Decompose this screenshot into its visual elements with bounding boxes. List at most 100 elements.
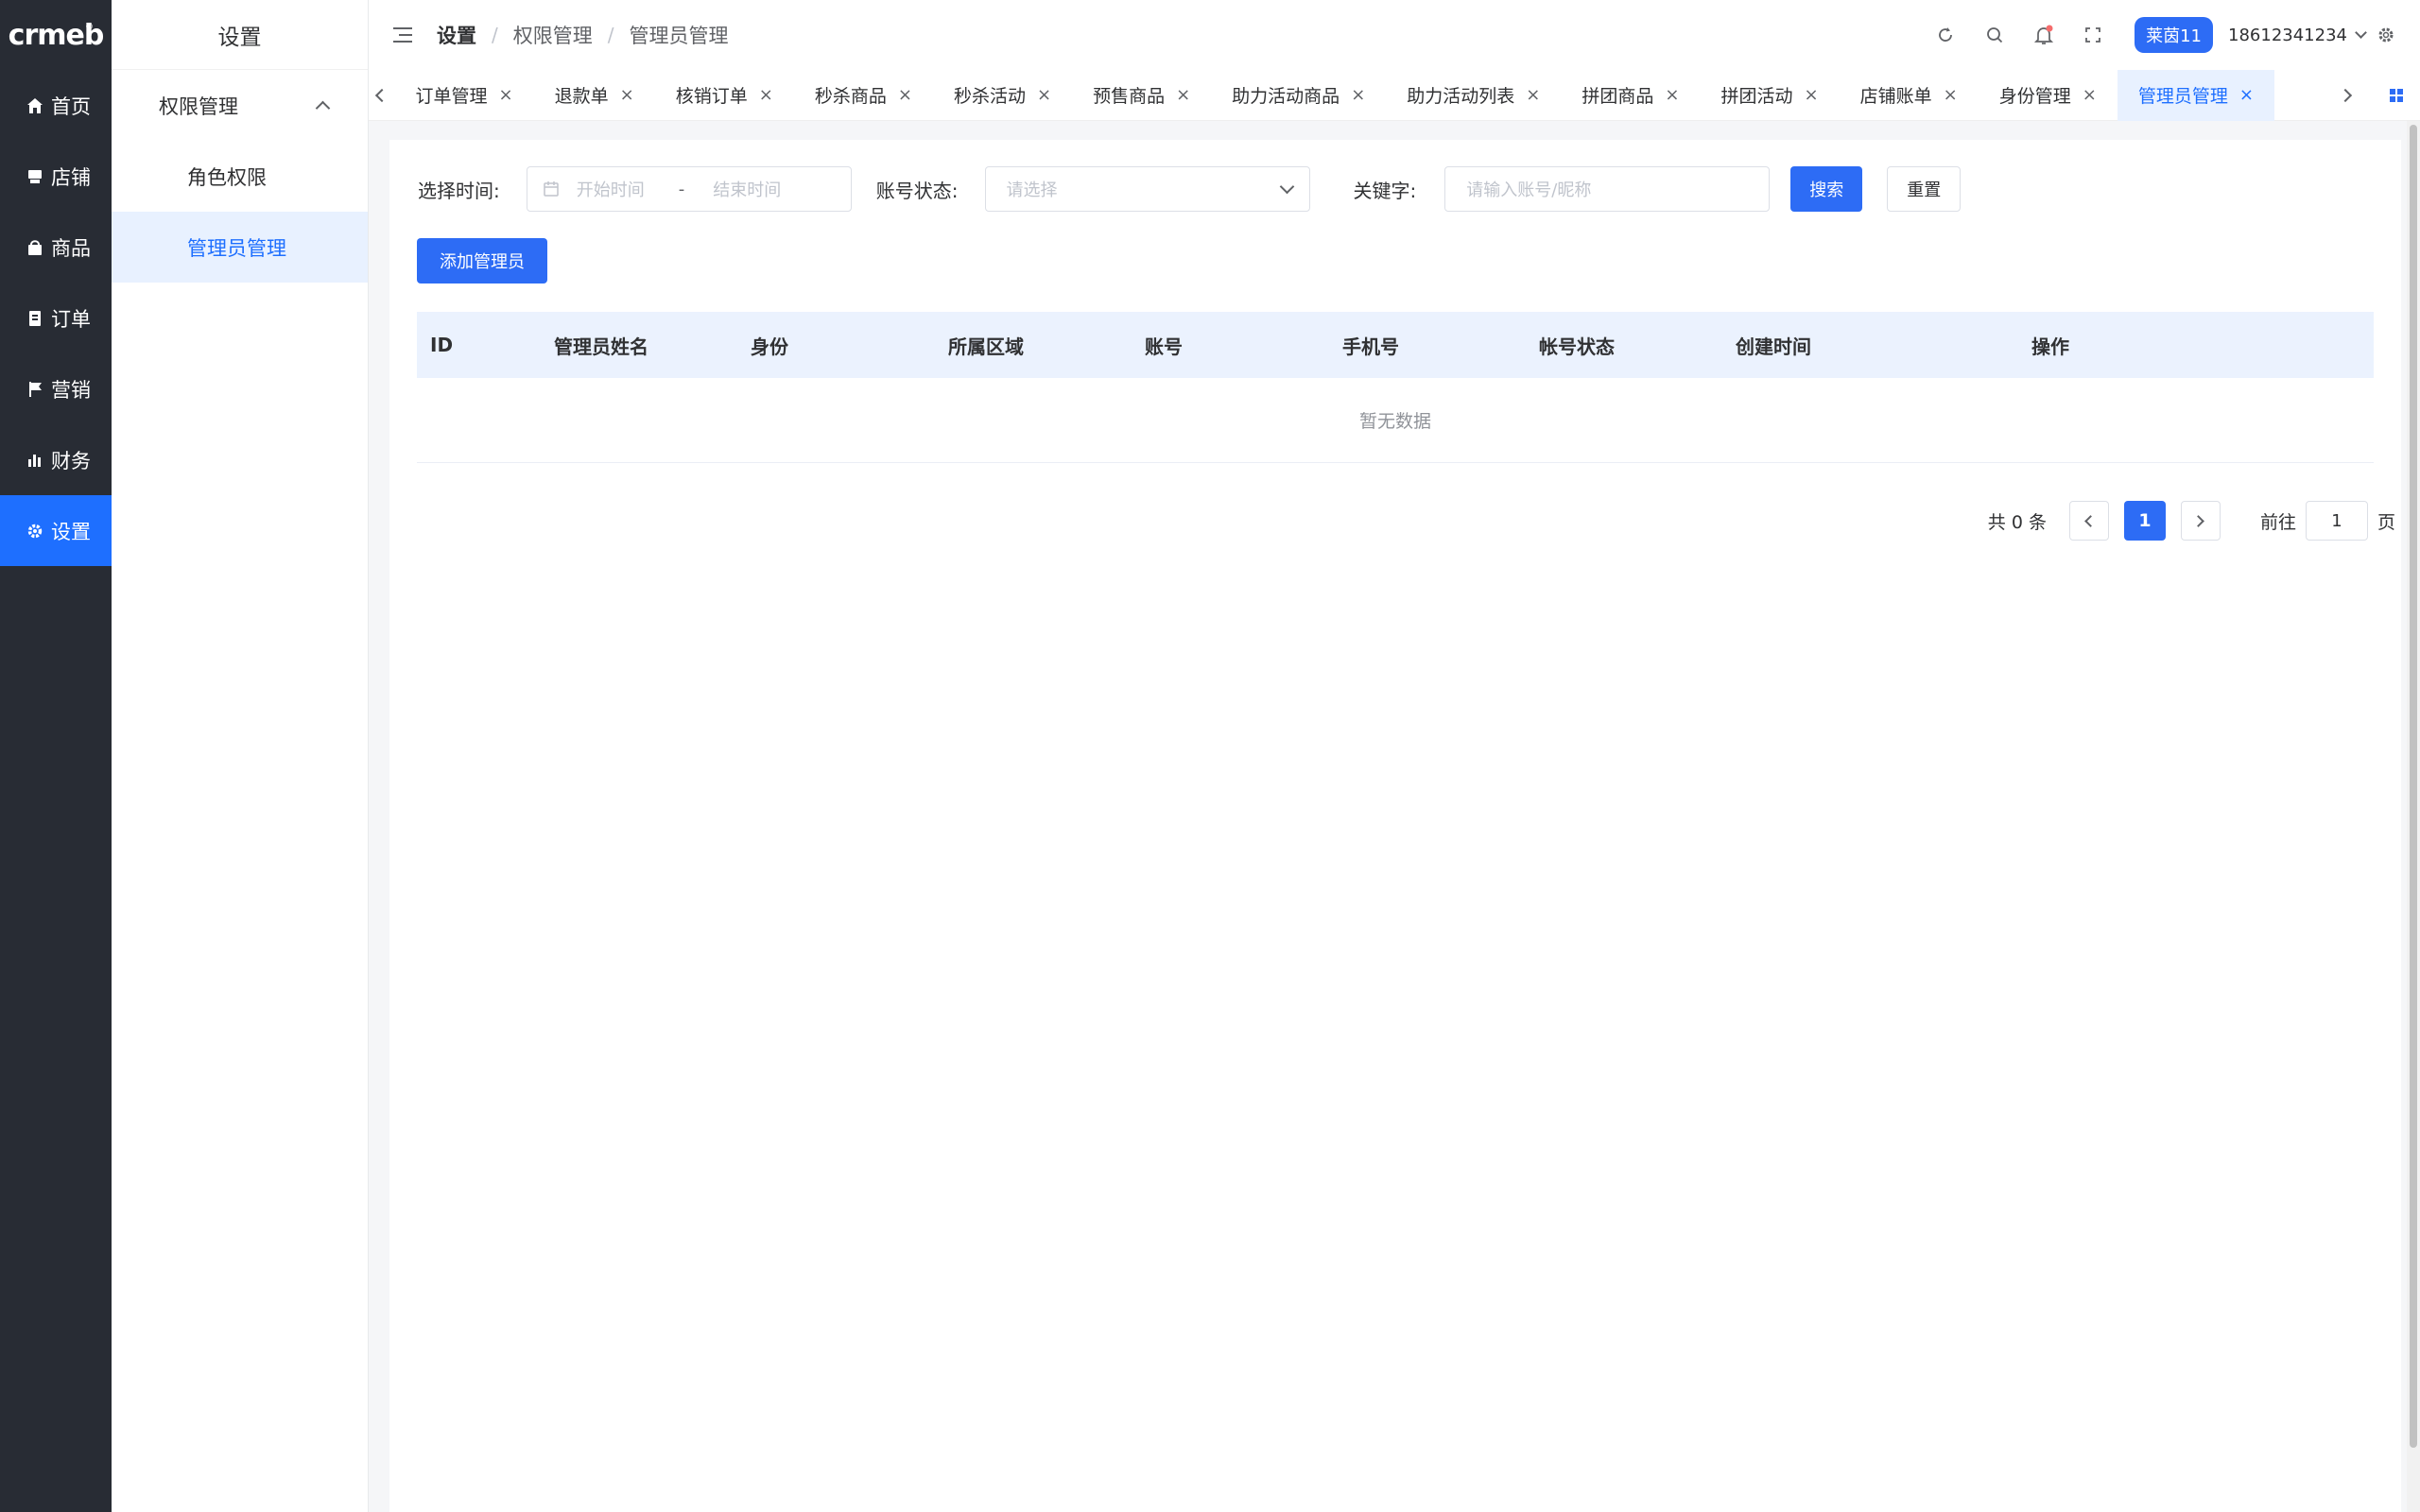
add-admin-button[interactable]: 添加管理员 bbox=[417, 238, 547, 284]
tab-label: 退款单 bbox=[554, 86, 609, 107]
breadcrumb-permissions[interactable]: 权限管理 bbox=[513, 21, 593, 49]
top-header: 设置 / 权限管理 / 管理员管理 莱茵11 18612341234 bbox=[369, 0, 2420, 70]
nav-item-settings[interactable]: 设置 bbox=[0, 495, 112, 566]
close-icon[interactable]: × bbox=[1351, 85, 1365, 105]
user-badge[interactable]: 莱茵11 bbox=[2135, 17, 2214, 53]
nav-item-goods[interactable]: 商品 bbox=[0, 212, 112, 283]
account-status-select[interactable]: 请选择 bbox=[984, 166, 1310, 212]
column-header-id: ID bbox=[430, 334, 454, 356]
nav-item-home[interactable]: 首页 bbox=[0, 70, 112, 141]
page-jumper: 前往 1 页 bbox=[2260, 501, 2395, 541]
search-button[interactable]: 搜索 bbox=[1790, 166, 1863, 212]
chevron-left-icon bbox=[2084, 514, 2098, 527]
start-date-input[interactable]: 开始时间 bbox=[577, 177, 645, 201]
flag-icon bbox=[26, 381, 43, 398]
collapse-menu-icon[interactable] bbox=[393, 27, 412, 43]
close-icon[interactable]: × bbox=[2239, 85, 2254, 105]
close-icon[interactable]: × bbox=[1526, 85, 1540, 105]
nav-item-finance[interactable]: 财务 bbox=[0, 424, 112, 495]
page-unit-label: 页 bbox=[2377, 511, 2395, 533]
header-actions: 莱茵11 18612341234 bbox=[1921, 0, 2407, 70]
close-icon[interactable]: × bbox=[1805, 85, 1819, 105]
tab-presale-goods[interactable]: 预售商品 × bbox=[1072, 70, 1211, 121]
tab-identity-management[interactable]: 身份管理 × bbox=[1979, 70, 2118, 121]
close-icon[interactable]: × bbox=[759, 85, 773, 105]
admin-table: ID 管理员姓名 身份 所属区域 账号 手机号 帐号状态 创建时间 操作 暂无数… bbox=[417, 312, 2374, 463]
tab-label: 助力活动商品 bbox=[1232, 86, 1340, 107]
tabs-scroll-left-button[interactable] bbox=[369, 70, 395, 121]
nav-item-marketing[interactable]: 营销 bbox=[0, 353, 112, 424]
tabs-scroll-right-button[interactable] bbox=[2318, 70, 2374, 121]
search-icon[interactable] bbox=[1970, 0, 2019, 70]
date-range-picker[interactable]: 开始时间 - 结束时间 bbox=[526, 166, 852, 212]
fullscreen-icon[interactable] bbox=[2068, 0, 2118, 70]
tab-admin-management[interactable]: 管理员管理 × bbox=[2117, 69, 2274, 121]
tab-group-activity[interactable]: 拼团活动 × bbox=[1701, 70, 1840, 121]
notification-bell-icon[interactable] bbox=[2019, 0, 2068, 70]
close-icon[interactable]: × bbox=[1176, 85, 1190, 105]
goto-page-input[interactable]: 1 bbox=[2305, 501, 2368, 541]
column-header-admin-name: 管理员姓名 bbox=[554, 335, 648, 358]
submenu-group-permissions[interactable]: 权限管理 bbox=[112, 70, 368, 141]
tab-label: 秒杀活动 bbox=[953, 86, 1026, 107]
nav-item-label: 营销 bbox=[51, 378, 91, 402]
order-icon bbox=[26, 310, 43, 327]
account-dropdown[interactable]: 18612341234 bbox=[2228, 25, 2367, 45]
page-scrollbar[interactable] bbox=[2407, 121, 2420, 1512]
refresh-icon[interactable] bbox=[1921, 0, 1970, 70]
account-name: 18612341234 bbox=[2228, 25, 2347, 45]
brand-logo[interactable]: crmeb ® bbox=[0, 0, 112, 70]
tab-store-bill[interactable]: 店铺账单 × bbox=[1840, 70, 1979, 121]
end-date-input[interactable]: 结束时间 bbox=[713, 177, 781, 201]
column-header-region: 所属区域 bbox=[948, 335, 1024, 358]
next-page-button[interactable] bbox=[2180, 501, 2221, 541]
close-icon[interactable]: × bbox=[499, 85, 513, 105]
close-icon[interactable]: × bbox=[1944, 85, 1958, 105]
calendar-icon bbox=[543, 180, 560, 198]
tab-label: 助力活动列表 bbox=[1407, 86, 1515, 107]
keyword-input[interactable]: 请输入账号/昵称 bbox=[1444, 166, 1771, 212]
tab-assist-list[interactable]: 助力活动列表 × bbox=[1386, 70, 1561, 121]
nav-item-label: 首页 bbox=[51, 94, 91, 118]
tabs-bar: 订单管理 × 退款单 × 核销订单 × 秒杀商品 × 秒杀活动 × 预售商品 × 助力活动商… bbox=[369, 69, 2420, 121]
tabs-menu-grid-icon[interactable] bbox=[2374, 70, 2420, 121]
column-header-phone: 手机号 bbox=[1342, 335, 1399, 358]
tab-flash-sale-activity[interactable]: 秒杀活动 × bbox=[933, 70, 1072, 121]
breadcrumb-separator: / bbox=[607, 24, 614, 46]
chevron-up-icon bbox=[315, 100, 331, 116]
close-icon[interactable]: × bbox=[2083, 85, 2097, 105]
tab-assist-goods[interactable]: 助力活动商品 × bbox=[1211, 70, 1386, 121]
breadcrumb-root[interactable]: 设置 bbox=[437, 21, 476, 49]
tab-label: 身份管理 bbox=[1998, 86, 2071, 107]
settings-gear-icon[interactable] bbox=[2365, 0, 2407, 70]
reset-button[interactable]: 重置 bbox=[1887, 166, 1962, 212]
filter-bar: 选择时间: 开始时间 - 结束时间 账号状态: 请选择 关键字: 请输入账号/昵… bbox=[418, 166, 1962, 212]
tab-label: 秒杀商品 bbox=[814, 86, 887, 107]
submenu-item-admin-management[interactable]: 管理员管理 bbox=[112, 212, 368, 283]
nav-item-store[interactable]: 店铺 bbox=[0, 141, 112, 212]
page-number-current[interactable]: 1 bbox=[2123, 501, 2166, 541]
close-icon[interactable]: × bbox=[1665, 85, 1679, 105]
tab-label: 拼团商品 bbox=[1582, 86, 1654, 107]
chevron-right-icon bbox=[2192, 514, 2205, 527]
close-icon[interactable]: × bbox=[620, 85, 634, 105]
chevron-down-icon bbox=[1279, 179, 1294, 194]
nav-item-orders[interactable]: 订单 bbox=[0, 283, 112, 353]
scrollbar-thumb[interactable] bbox=[2410, 125, 2417, 1448]
pagination-total: 共 0 条 bbox=[1987, 511, 2047, 533]
submenu-item-role-permissions[interactable]: 角色权限 bbox=[112, 141, 368, 212]
chevron-right-icon bbox=[2339, 88, 2353, 102]
date-range-separator: - bbox=[678, 179, 685, 199]
tab-order-management[interactable]: 订单管理 × bbox=[395, 70, 534, 121]
submenu-item-label: 管理员管理 bbox=[187, 236, 286, 260]
tab-refund[interactable]: 退款单 × bbox=[534, 70, 655, 121]
tab-label: 预售商品 bbox=[1093, 86, 1166, 107]
chevron-left-icon bbox=[374, 88, 389, 102]
prev-page-button[interactable] bbox=[2068, 501, 2109, 541]
close-icon[interactable]: × bbox=[1037, 85, 1051, 105]
tab-flash-sale-goods[interactable]: 秒杀商品 × bbox=[794, 70, 933, 121]
tab-group-goods[interactable]: 拼团商品 × bbox=[1561, 70, 1700, 121]
open-tabs: 订单管理 × 退款单 × 核销订单 × 秒杀商品 × 秒杀活动 × 预售商品 × 助力活动商… bbox=[395, 69, 2318, 121]
close-icon[interactable]: × bbox=[898, 85, 912, 105]
tab-writeoff-orders[interactable]: 核销订单 × bbox=[655, 70, 794, 121]
